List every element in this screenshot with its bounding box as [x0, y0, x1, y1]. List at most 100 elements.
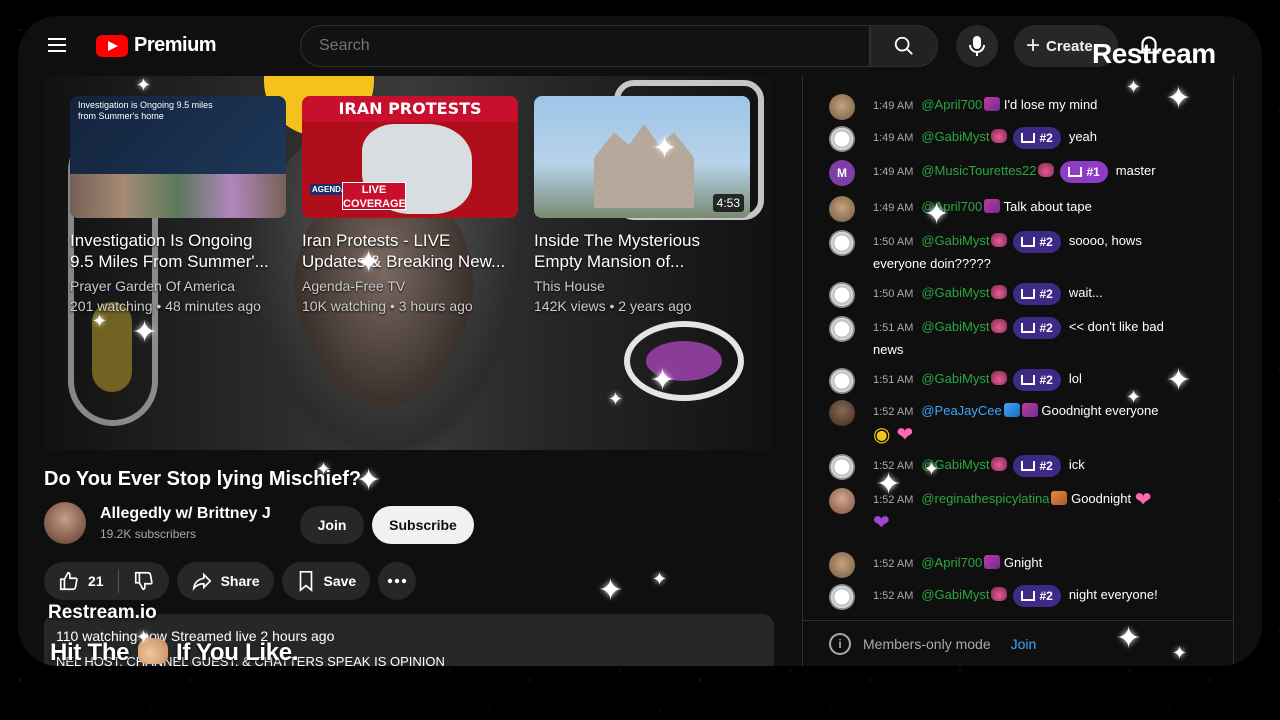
share-label: Share: [220, 573, 260, 589]
sparkle-icon: ✦: [608, 389, 624, 409]
avatar[interactable]: [829, 94, 855, 120]
like-count: 21: [88, 573, 104, 589]
member-badge-icon: [1021, 403, 1038, 417]
dislike-icon[interactable]: [133, 570, 155, 592]
youtube-play-icon: [96, 34, 128, 57]
avatar[interactable]: [829, 400, 855, 426]
rank-badge: #2: [1013, 316, 1061, 339]
member-emoji-icon: [991, 233, 1008, 247]
member-emoji-icon: [991, 457, 1008, 471]
restream-io-label: Restream.io: [48, 602, 157, 623]
chat-message: 1:52 AM @GabiMyst #2 night everyone!: [829, 584, 1209, 610]
avatar[interactable]: [829, 454, 855, 480]
member-emoji-icon: [1051, 491, 1068, 505]
menu-icon[interactable]: [48, 38, 66, 52]
avatar[interactable]: [829, 488, 855, 514]
youtube-window: Premium + Create Restream Investigation …: [18, 16, 1262, 666]
chat-message: 1:50 AM @GabiMyst #2 wait...: [829, 282, 1209, 308]
top-bar: Premium + Create Restream: [18, 16, 1262, 76]
end-card-thumbnail: 4:53: [534, 96, 750, 218]
end-card-meta: Prayer Garden Of America 201 watching • 4…: [70, 278, 261, 314]
chat-message: 1:51 AM @GabiMyst #2 lol: [829, 368, 1209, 394]
avatar[interactable]: [829, 316, 855, 342]
sparkle-icon: ✦: [1166, 82, 1192, 115]
sparkle-icon: ✦: [132, 316, 158, 349]
crown-icon: [1021, 590, 1036, 601]
end-card-meta: Agenda-Free TV 10K watching • 3 hours ago: [302, 278, 473, 314]
info-icon[interactable]: i: [829, 632, 851, 655]
sparkle-icon: ✦: [316, 459, 332, 479]
avatar[interactable]: [829, 552, 855, 578]
search-input[interactable]: [301, 26, 869, 66]
chat-join-link[interactable]: Join: [1011, 636, 1037, 652]
member-badge-icon: [984, 199, 1001, 213]
youtube-premium-logo[interactable]: Premium: [96, 34, 217, 57]
sparkle-icon: ✦: [876, 468, 902, 501]
end-card-video-1[interactable]: Investigation is Ongoing 9.5 miles from …: [70, 96, 286, 316]
rank-badge: #2: [1013, 126, 1061, 149]
like-dislike-group: 21: [44, 562, 169, 600]
crown-icon: [1021, 322, 1036, 333]
chat-messages: 1:49 AM @April700 I'd lose my mind 1:49 A…: [803, 90, 1233, 620]
sleepy-face-emoji-icon: ◉: [873, 423, 891, 446]
subscribe-button[interactable]: Subscribe: [372, 506, 474, 544]
crown-icon: [1021, 132, 1036, 143]
thumbnail-banner: IRAN PROTESTS: [302, 96, 518, 122]
member-emoji-icon: [991, 319, 1008, 333]
avatar[interactable]: [829, 368, 855, 394]
like-icon[interactable]: [58, 570, 80, 592]
avatar[interactable]: [829, 196, 855, 222]
voice-search-button[interactable]: [956, 25, 998, 67]
member-emoji-icon: [991, 129, 1008, 143]
create-label: Create: [1046, 37, 1093, 55]
end-card-video-3[interactable]: 4:53 Inside The Mysterious Empty Mansion …: [534, 96, 750, 316]
member-emoji-icon: [991, 285, 1008, 299]
save-button[interactable]: Save: [281, 562, 371, 600]
end-card-thumbnail: Investigation is Ongoing 9.5 miles from …: [70, 96, 286, 218]
sparkle-icon: ✦: [1172, 643, 1188, 663]
moderator-wrench-icon: [1003, 403, 1020, 417]
more-actions-button[interactable]: [378, 562, 417, 600]
mansion-image: [594, 124, 694, 208]
purple-heart-emoji-icon: ❤: [873, 511, 890, 534]
sparkle-icon: ✦: [356, 246, 382, 279]
more-icon: [388, 578, 407, 584]
chat-message: 1:52 AM @PeaJayCee Goodnight everyone ◉ ❤: [829, 400, 1209, 446]
rank-badge: #2: [1013, 282, 1061, 305]
sparkle-icon: ✦: [136, 75, 152, 95]
channel-avatar[interactable]: [44, 502, 86, 544]
microphone-icon: [969, 36, 985, 56]
crown-icon: [1021, 460, 1036, 471]
chat-message: 1:49 AM @April700 Talk about tape: [829, 196, 1209, 222]
end-card-video-2[interactable]: IRAN PROTESTS AGENDA FREE LIVE COVERAGE …: [302, 96, 518, 316]
share-button[interactable]: Share: [176, 562, 274, 600]
member-emoji-icon: [991, 371, 1008, 385]
crown-icon: [1021, 236, 1036, 247]
video-title: Do You Ever Stop lying Mischief?: [44, 468, 362, 490]
restream-overlay-logo: Restream: [1092, 38, 1216, 69]
rank-badge: #2: [1013, 584, 1061, 607]
avatar[interactable]: [829, 282, 855, 308]
sparkle-icon: ✦: [652, 132, 678, 165]
search-icon: [894, 36, 913, 55]
brand-label: Premium: [134, 34, 217, 56]
avatar[interactable]: M: [829, 160, 855, 186]
video-actions: 21 Share Save: [44, 562, 417, 600]
search-box[interactable]: [300, 25, 870, 67]
like-call-to-action: Hit The If You Like.: [50, 638, 299, 666]
end-card-thumbnail: IRAN PROTESTS AGENDA FREE LIVE COVERAGE: [302, 96, 518, 218]
save-label: Save: [323, 573, 357, 589]
chat-message: 1:52 AM @April700 Gnight: [829, 552, 1209, 578]
sparkle-icon: ✦: [92, 311, 108, 331]
avatar[interactable]: [829, 584, 855, 610]
chat-footer: i Members-only mode Join: [803, 620, 1233, 666]
join-button[interactable]: Join: [300, 506, 364, 544]
chat-message: 1:49 AM @April700 I'd lose my mind: [829, 94, 1209, 120]
search-button[interactable]: [870, 25, 938, 67]
sparkle-icon: ✦: [598, 574, 624, 607]
channel-name[interactable]: Allegedly w/ Brittney J: [100, 505, 271, 523]
subscriber-count: 19.2K subscribers: [100, 527, 197, 541]
avatar[interactable]: [829, 230, 855, 256]
avatar[interactable]: [829, 126, 855, 152]
sparkle-icon: ✦: [136, 627, 152, 647]
